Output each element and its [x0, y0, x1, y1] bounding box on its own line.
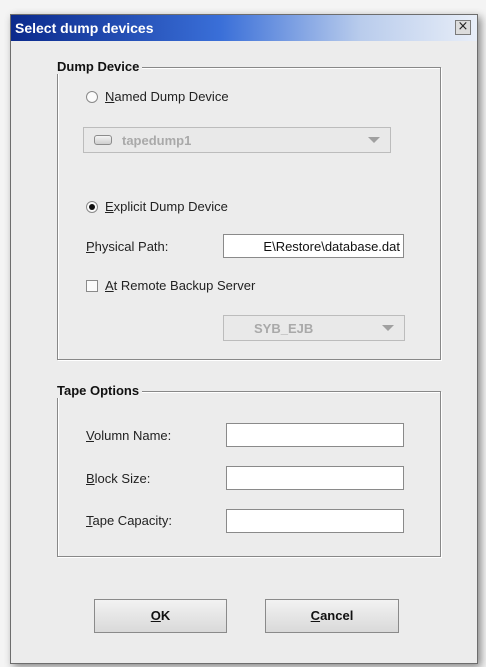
named-dump-device-label[interactable]: Named Dump Device: [105, 89, 229, 104]
remote-backup-server-label-text: t Remote Backup Server: [113, 278, 256, 293]
volume-name-input[interactable]: [226, 423, 404, 447]
window-title: Select dump devices: [15, 20, 154, 36]
volume-name-label: Volumn Name:: [86, 428, 171, 443]
cancel-button[interactable]: Cancel: [265, 599, 399, 633]
remote-server-dropdown[interactable]: SYB_EJB: [223, 315, 405, 341]
block-size-input[interactable]: [226, 466, 404, 490]
remote-backup-server-mnemonic: A: [105, 278, 114, 293]
cancel-label-text: ancel: [320, 608, 354, 623]
chevron-down-icon: [382, 325, 394, 331]
dump-device-legend: Dump Device: [54, 59, 143, 74]
remote-backup-server-checkbox[interactable]: [86, 280, 98, 292]
block-size-mnemonic: B: [86, 471, 95, 486]
remote-backup-server-label[interactable]: At Remote Backup Server: [105, 278, 255, 293]
volume-name-label-text: olumn Name:: [93, 428, 172, 443]
explicit-dump-device-label-text: xplicit Dump Device: [113, 199, 228, 214]
title-bar[interactable]: Select dump devices ×: [11, 15, 477, 41]
ok-button[interactable]: OK: [94, 599, 227, 633]
block-size-label-text: lock Size:: [94, 471, 151, 486]
physical-path-label: Physical Path:: [86, 239, 168, 254]
tape-options-legend: Tape Options: [54, 383, 143, 398]
physical-path-input[interactable]: E\Restore\database.dat: [223, 234, 404, 258]
named-dump-device-value: tapedump1: [122, 133, 192, 148]
named-dump-device-radio[interactable]: [86, 91, 98, 103]
ok-mnemonic: O: [150, 608, 161, 623]
chevron-down-icon: [368, 137, 380, 143]
explicit-dump-device-radio[interactable]: [86, 201, 98, 213]
ok-label-text: K: [160, 608, 171, 623]
explicit-dump-device-label[interactable]: Explicit Dump Device: [105, 199, 228, 214]
physical-path-value: E\Restore\database.dat: [263, 239, 400, 254]
tape-capacity-input[interactable]: [226, 509, 404, 533]
tape-device-icon: [94, 135, 112, 145]
named-dump-device-label-text: amed Dump Device: [114, 89, 229, 104]
tape-capacity-label: Tape Capacity:: [86, 513, 172, 528]
physical-path-mnemonic: P: [86, 239, 95, 254]
tape-capacity-label-text: ape Capacity:: [92, 513, 173, 528]
remote-server-value: SYB_EJB: [254, 321, 314, 336]
named-dump-device-dropdown[interactable]: tapedump1: [83, 127, 391, 153]
volume-name-mnemonic: V: [86, 428, 94, 443]
physical-path-label-text: hysical Path:: [94, 239, 169, 254]
named-dump-device-mnemonic: N: [105, 89, 115, 104]
cancel-mnemonic: C: [310, 608, 321, 623]
explicit-dump-device-mnemonic: E: [105, 199, 114, 214]
select-dump-devices-dialog: Select dump devices × Dump Device Named …: [10, 14, 478, 664]
block-size-label: Block Size:: [86, 471, 150, 486]
close-button[interactable]: ×: [455, 20, 471, 35]
